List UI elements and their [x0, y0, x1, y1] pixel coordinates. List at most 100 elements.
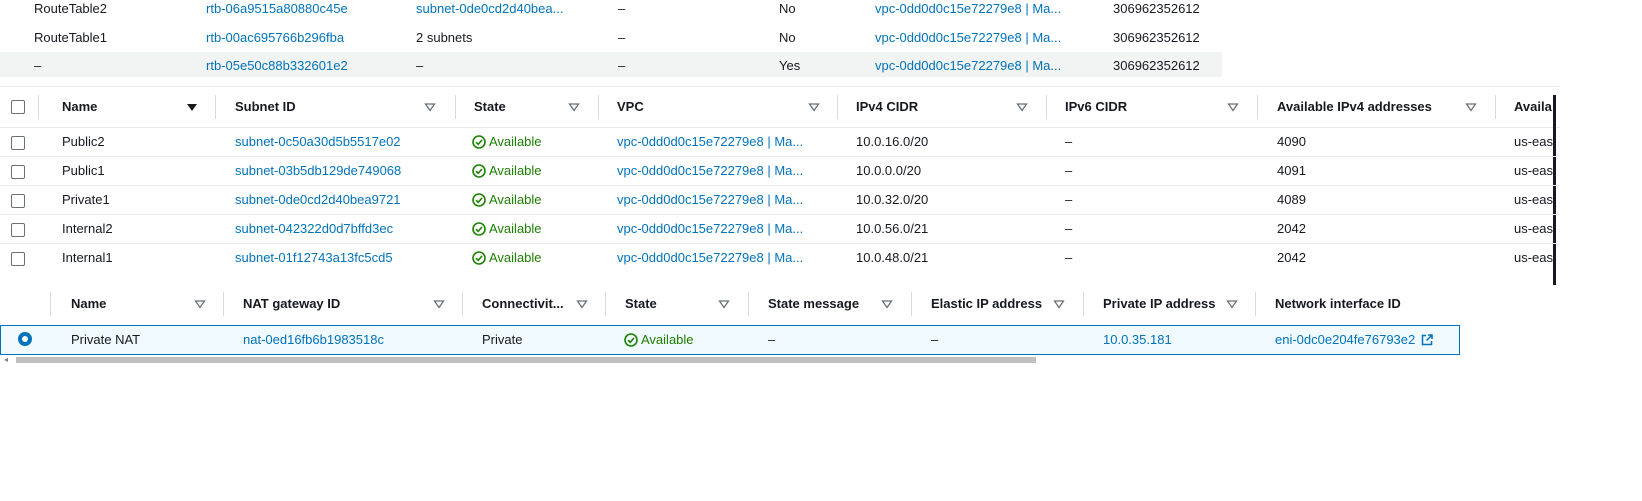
- subnet-name: Internal2: [62, 221, 113, 236]
- subnet-id-link[interactable]: subnet-0de0cd2d40bea9721: [235, 186, 401, 214]
- row-radio-selected[interactable]: [18, 332, 32, 346]
- column-divider[interactable]: [455, 95, 456, 119]
- column-divider[interactable]: [605, 292, 606, 316]
- sort-icon[interactable]: [1226, 298, 1238, 310]
- ipv4-cidr: 10.0.56.0/21: [856, 221, 929, 236]
- ipv4-cidr: 10.0.0.0/20: [856, 163, 922, 178]
- sort-icon[interactable]: [808, 101, 820, 113]
- state-label: Available: [489, 250, 542, 265]
- vpc-link[interactable]: vpc-0dd0d0c15e72279e8 | Ma...: [617, 128, 803, 156]
- column-divider[interactable]: [1046, 95, 1047, 119]
- column-header-state[interactable]: State: [625, 283, 657, 325]
- column-header-available-ipv4[interactable]: Available IPv4 addresses: [1277, 87, 1432, 127]
- column-header-network-interface-id[interactable]: Network interface ID: [1275, 283, 1401, 325]
- subnet-name: Internal1: [62, 250, 113, 265]
- availability-zone: us-eas: [1514, 134, 1553, 149]
- column-divider[interactable]: [462, 292, 463, 316]
- private-ip-link[interactable]: 10.0.35.181: [1103, 326, 1172, 354]
- table-row[interactable]: Internal2 subnet-042322d0d7bffd3ec Avail…: [0, 215, 1560, 244]
- vpc-link[interactable]: vpc-0dd0d0c15e72279e8 | Ma...: [617, 157, 803, 185]
- vpc-link[interactable]: vpc-0dd0d0c15e72279e8 | Ma...: [617, 215, 803, 243]
- scroll-left-arrow-icon[interactable]: ◂: [4, 356, 12, 364]
- ipv4-cidr: 10.0.32.0/20: [856, 192, 929, 207]
- row-checkbox[interactable]: [11, 223, 25, 237]
- state-cell: Available: [472, 215, 542, 243]
- column-divider[interactable]: [215, 95, 216, 119]
- subnet-id-link[interactable]: subnet-01f12743a13fc5cd5: [235, 244, 393, 272]
- table-row-selected[interactable]: Private NAT nat-0ed16fb6b1983518c Privat…: [0, 325, 1460, 355]
- table-row[interactable]: – rtb-05e50c88b332601e2 – – Yes vpc-0dd0…: [0, 52, 1222, 77]
- column-divider[interactable]: [911, 292, 912, 316]
- explicit-subnet-association: –: [416, 58, 424, 73]
- nat-gateway-id-link[interactable]: nat-0ed16fb6b1983518c: [243, 326, 384, 354]
- table-row[interactable]: RouteTable1 rtb-00ac695766b296fba 2 subn…: [0, 23, 1222, 59]
- vpc-link[interactable]: vpc-0dd0d0c15e72279e8 | Ma...: [617, 244, 803, 272]
- column-divider: [38, 95, 39, 119]
- external-link-icon[interactable]: [1421, 334, 1433, 346]
- horizontal-scrollbar[interactable]: ◂: [4, 356, 1460, 364]
- check-circle-icon: [472, 251, 486, 265]
- ipv6-cidr: –: [1065, 192, 1073, 207]
- column-divider[interactable]: [748, 292, 749, 316]
- sort-descending-icon[interactable]: [186, 101, 198, 113]
- elastic-ip: –: [931, 332, 939, 347]
- sort-icon[interactable]: [1465, 101, 1477, 113]
- ipv4-cidr: 10.0.48.0/21: [856, 250, 929, 265]
- column-divider[interactable]: [1255, 292, 1256, 316]
- vpc-link[interactable]: vpc-0dd0d0c15e72279e8 | Ma...: [875, 57, 1061, 86]
- column-header-subnet-id[interactable]: Subnet ID: [235, 87, 296, 127]
- sort-icon[interactable]: [568, 101, 580, 113]
- sort-icon[interactable]: [194, 298, 206, 310]
- check-circle-icon: [472, 193, 486, 207]
- column-divider[interactable]: [598, 95, 599, 119]
- table-row[interactable]: Public2 subnet-0c50a30d5b5517e02 Availab…: [0, 128, 1560, 157]
- column-header-name[interactable]: Name: [62, 87, 97, 127]
- table-row[interactable]: Public1 subnet-03b5db129de749068 Availab…: [0, 157, 1560, 186]
- sort-icon[interactable]: [576, 298, 588, 310]
- select-all-checkbox[interactable]: [11, 100, 25, 114]
- subnet-id-link[interactable]: subnet-03b5db129de749068: [235, 157, 401, 185]
- check-circle-icon: [472, 135, 486, 149]
- sort-icon[interactable]: [881, 298, 893, 310]
- sort-icon[interactable]: [1016, 101, 1028, 113]
- subnet-id-link[interactable]: subnet-042322d0d7bffd3ec: [235, 215, 393, 243]
- column-divider[interactable]: [837, 95, 838, 119]
- column-header-connectivity[interactable]: Connectivit...: [482, 283, 564, 325]
- table-row[interactable]: RouteTable2 rtb-06a9515a80880c45e subnet…: [0, 0, 1222, 23]
- route-table-id-link[interactable]: rtb-05e50c88b332601e2: [206, 57, 348, 86]
- row-checkbox[interactable]: [11, 194, 25, 208]
- column-header-vpc[interactable]: VPC: [617, 87, 644, 127]
- network-interface-link[interactable]: eni-0dc0e204fe76793e2: [1275, 326, 1433, 354]
- sort-icon[interactable]: [424, 101, 436, 113]
- sort-icon[interactable]: [1227, 101, 1239, 113]
- sort-icon[interactable]: [433, 298, 445, 310]
- row-checkbox[interactable]: [11, 165, 25, 179]
- state-cell: Available: [472, 128, 542, 156]
- row-checkbox[interactable]: [11, 136, 25, 150]
- network-interface-id[interactable]: eni-0dc0e204fe76793e2: [1275, 332, 1415, 347]
- column-divider[interactable]: [223, 292, 224, 316]
- scrollbar-thumb[interactable]: [16, 357, 1036, 363]
- column-header-name[interactable]: Name: [71, 283, 106, 325]
- column-header-elastic-ip[interactable]: Elastic IP address: [931, 283, 1042, 325]
- column-divider[interactable]: [1257, 95, 1258, 119]
- column-header-state[interactable]: State: [474, 87, 506, 127]
- column-header-ipv4-cidr[interactable]: IPv4 CIDR: [856, 87, 918, 127]
- column-divider[interactable]: [1083, 292, 1084, 316]
- vpc-link[interactable]: vpc-0dd0d0c15e72279e8 | Ma...: [617, 186, 803, 214]
- check-circle-icon: [624, 333, 638, 347]
- column-header-ipv6-cidr[interactable]: IPv6 CIDR: [1065, 87, 1127, 127]
- sort-icon[interactable]: [1053, 298, 1065, 310]
- subnet-id-link[interactable]: subnet-0c50a30d5b5517e02: [235, 128, 401, 156]
- row-checkbox[interactable]: [11, 252, 25, 266]
- sort-icon[interactable]: [718, 298, 730, 310]
- table-row[interactable]: Internal1 subnet-01f12743a13fc5cd5 Avail…: [0, 244, 1560, 272]
- column-header-nat-gateway-id[interactable]: NAT gateway ID: [243, 283, 340, 325]
- column-header-availability-zone[interactable]: Availa: [1514, 87, 1552, 127]
- column-header-private-ip[interactable]: Private IP address: [1103, 283, 1216, 325]
- column-divider[interactable]: [1495, 95, 1496, 119]
- state-cell: Available: [472, 157, 542, 185]
- table-row[interactable]: Private1 subnet-0de0cd2d40bea9721 Availa…: [0, 186, 1560, 215]
- availability-zone: us-eas: [1514, 163, 1553, 178]
- column-header-state-message[interactable]: State message: [768, 283, 859, 325]
